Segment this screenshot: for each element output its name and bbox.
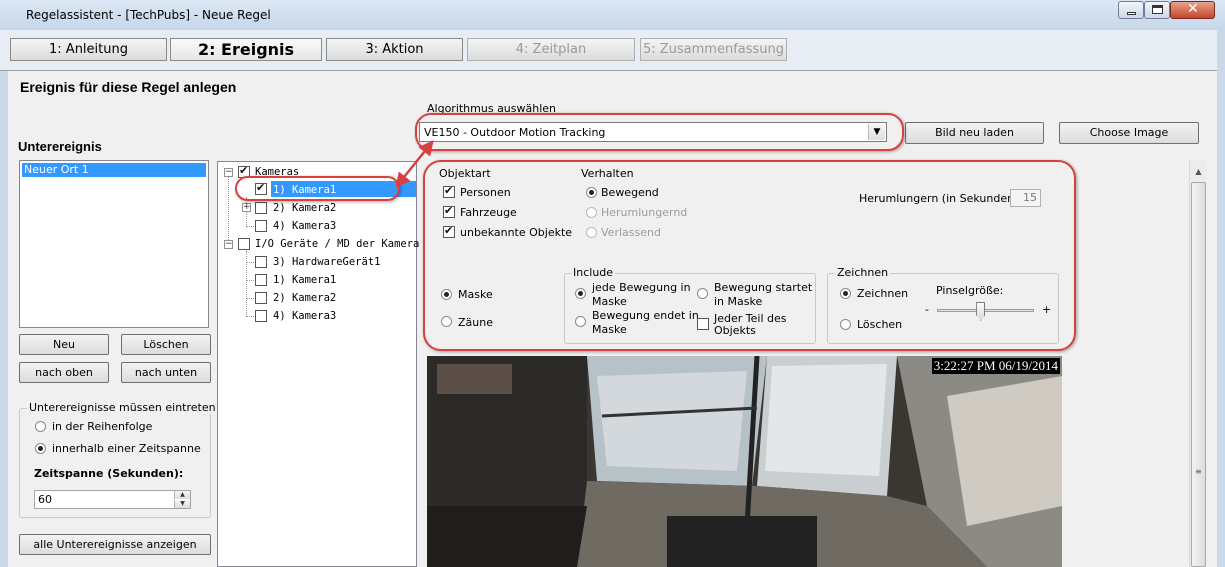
- io-camera3-checkbox[interactable]: [255, 310, 267, 322]
- move-up-button[interactable]: nach oben: [19, 362, 109, 383]
- tab-aktion[interactable]: 3: Aktion: [326, 38, 463, 61]
- tree-node-io-camera3[interactable]: 4) Kamera3: [273, 310, 336, 322]
- list-item[interactable]: Neuer Ort 1: [22, 163, 206, 177]
- title-bar: Regelassistent - [TechPubs] - Neue Regel…: [0, 0, 1225, 31]
- annotation-camera-highlight: [235, 176, 400, 201]
- minimize-button[interactable]: [1118, 1, 1144, 19]
- tree-node-camera3[interactable]: 4) Kamera3: [273, 220, 336, 232]
- order-radio[interactable]: [35, 421, 46, 432]
- grip-icon: ≡: [1195, 467, 1202, 476]
- io-camera2-checkbox[interactable]: [255, 292, 267, 304]
- new-button[interactable]: Neu: [19, 334, 109, 355]
- maximize-button[interactable]: [1144, 1, 1170, 19]
- tab-ereignis[interactable]: 2: Ereignis: [170, 38, 322, 61]
- tab-zeitplan: 4: Zeitplan: [467, 38, 635, 61]
- minimize-icon: [1127, 12, 1136, 15]
- tree-node-io-camera2[interactable]: 2) Kamera2: [273, 292, 336, 304]
- stepper-down-icon[interactable]: ▼: [174, 500, 190, 508]
- tree-node-io-camera1[interactable]: 1) Kamera1: [273, 274, 336, 286]
- tree-node-hardware1[interactable]: 3) HardwareGerät1: [273, 256, 380, 268]
- tree-node-io-devices[interactable]: I/O Geräte / MD der Kamera: [255, 238, 419, 250]
- annotation-algorithm-highlight: [415, 113, 904, 151]
- video-timestamp: 3:22:27 PM 06/19/2014: [931, 358, 1060, 374]
- vertical-scrollbar[interactable]: ▲ ≡: [1189, 160, 1207, 567]
- tree-line: [246, 251, 247, 317]
- sub-event-list[interactable]: Neuer Ort 1: [19, 160, 209, 328]
- camera2-checkbox[interactable]: [255, 202, 267, 214]
- sub-event-heading: Unterereignis: [18, 139, 102, 154]
- delete-button[interactable]: Löschen: [121, 334, 211, 355]
- stepper-up-icon[interactable]: ▲: [174, 491, 190, 499]
- window-frame: [1217, 30, 1225, 567]
- show-all-sub-events-button[interactable]: alle Unterereignisse anzeigen: [19, 534, 211, 555]
- tab-anleitung[interactable]: 1: Anleitung: [10, 38, 167, 61]
- move-down-button[interactable]: nach unten: [121, 362, 211, 383]
- tree-line: [228, 177, 229, 244]
- tab-zusammenfassung: 5: Zusammenfassung: [640, 38, 787, 61]
- camera3-checkbox[interactable]: [255, 220, 267, 232]
- io-devices-checkbox[interactable]: [238, 238, 250, 250]
- camera-image: [427, 356, 1062, 567]
- io-camera1-checkbox[interactable]: [255, 274, 267, 286]
- order-label: in der Reihenfolge: [52, 420, 153, 433]
- annotation-arrow-icon: [396, 140, 434, 188]
- wizard-tabs: 1: Anleitung 2: Ereignis 3: Aktion 4: Ze…: [0, 30, 1225, 71]
- collapse-icon[interactable]: −: [224, 240, 233, 249]
- window-title: Regelassistent - [TechPubs] - Neue Regel: [26, 8, 271, 22]
- hardware1-checkbox[interactable]: [255, 256, 267, 268]
- timespan-value: 60: [38, 493, 52, 506]
- tree-node-camera2[interactable]: 2) Kamera2: [273, 202, 336, 214]
- timespan-stepper[interactable]: 60 ▲ ▼: [34, 490, 191, 509]
- close-icon: ✕: [1187, 1, 1199, 17]
- timespan-label: Zeitspanne (Sekunden):: [34, 467, 184, 480]
- scroll-up-icon[interactable]: ▲: [1190, 163, 1207, 180]
- reload-image-button[interactable]: Bild neu laden: [905, 122, 1044, 144]
- collapse-icon[interactable]: −: [224, 168, 233, 177]
- timespan-radio[interactable]: [35, 443, 46, 454]
- scroll-thumb[interactable]: ≡: [1191, 182, 1206, 567]
- expand-icon[interactable]: +: [242, 203, 251, 212]
- page-title: Ereignis für diese Regel anlegen: [20, 79, 237, 95]
- timespan-option-label: innerhalb einer Zeitspanne: [52, 442, 201, 455]
- occurrence-group-title: Unterereignisse müssen eintreten: [27, 401, 218, 414]
- annotation-settings-highlight: [423, 160, 1076, 351]
- maximize-icon: [1152, 5, 1163, 14]
- camera-preview[interactable]: 3:22:27 PM 06/19/2014: [427, 356, 1062, 567]
- choose-image-button[interactable]: Choose Image: [1059, 122, 1199, 144]
- close-button[interactable]: ✕: [1170, 1, 1215, 19]
